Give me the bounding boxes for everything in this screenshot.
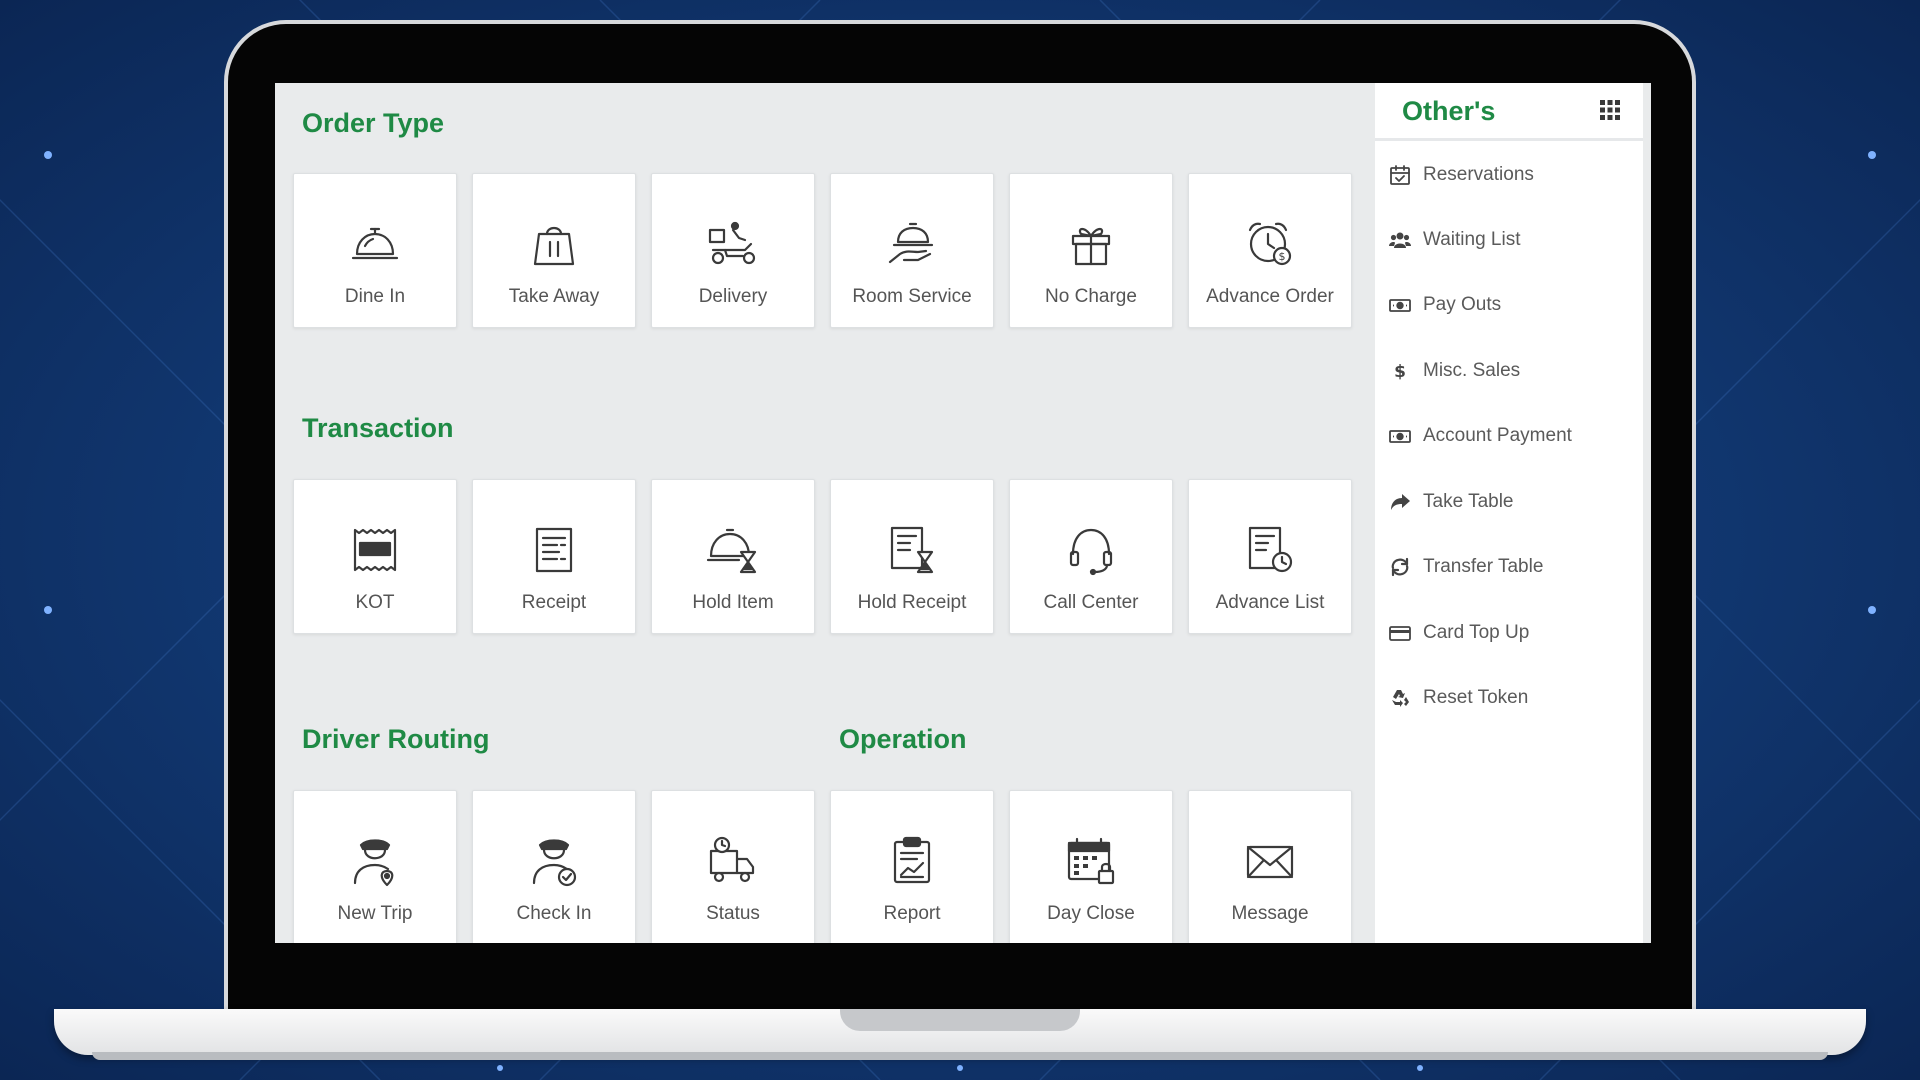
tile-label: Hold Receipt	[857, 592, 967, 613]
sidebar-item-account-payment[interactable]: Account Payment	[1389, 421, 1572, 451]
section-title-operation: Operation	[839, 724, 967, 754]
sidebar-item-transfer-table[interactable]: Transfer Table	[1389, 552, 1543, 582]
kot-tile[interactable]: KOT	[293, 479, 457, 634]
tile-label: KOT	[355, 592, 395, 613]
hold-item-tile[interactable]: Hold Item	[651, 479, 815, 634]
svg-text:$: $	[1279, 250, 1286, 263]
receipt-hourglass-icon	[890, 526, 934, 574]
dollar-icon: $	[1394, 362, 1406, 382]
ticket-icon	[353, 528, 397, 572]
take-away-tile[interactable]: Take Away	[472, 173, 636, 328]
laptop-notch	[840, 1009, 1080, 1031]
envelope-icon	[1246, 845, 1294, 879]
sidebar-item-misc-sales[interactable]: $ Misc. Sales	[1389, 356, 1520, 386]
shopping-bag-icon	[533, 226, 575, 266]
tile-label: Message	[1231, 903, 1309, 924]
check-in-tile[interactable]: Check In	[472, 790, 636, 943]
app-screen: Order Type Dine In Take Away Delivery Ro…	[275, 83, 1651, 943]
tile-label: Report	[883, 903, 941, 924]
sidebar-header: Other's	[1375, 83, 1643, 141]
gift-icon	[1071, 227, 1111, 266]
dine-in-tile[interactable]: Dine In	[293, 173, 457, 328]
sidebar-item-label: Waiting List	[1423, 229, 1521, 250]
refresh-icon	[1391, 557, 1409, 577]
section-title-transaction: Transaction	[302, 413, 454, 443]
section-title-order-type: Order Type	[302, 108, 445, 138]
tile-label: Advance List	[1215, 592, 1325, 613]
driver-pin-icon	[353, 839, 394, 887]
tile-label: Take Away	[508, 286, 600, 307]
money-icon	[1389, 299, 1411, 312]
laptop-base-edge	[92, 1052, 1828, 1060]
sidebar-item-label: Reset Token	[1423, 687, 1529, 708]
sidebar-item-pay-outs[interactable]: Pay Outs	[1389, 290, 1501, 320]
sidebar-item-take-table[interactable]: Take Table	[1389, 487, 1514, 517]
delivery-scooter-icon	[708, 221, 756, 265]
list-clock-icon	[1248, 526, 1293, 573]
alarm-clock-dollar-icon: $	[1248, 222, 1292, 266]
headset-icon	[1069, 528, 1113, 576]
others-sidebar: Other's Reservations Waiting List Pay Ou…	[1375, 83, 1643, 943]
truck-clock-icon	[709, 836, 755, 883]
credit-card-icon	[1389, 626, 1411, 641]
laptop-bezel: Order Type Dine In Take Away Delivery Ro…	[224, 20, 1696, 1020]
tile-label: Call Center	[1043, 592, 1139, 613]
sidebar-item-label: Pay Outs	[1423, 294, 1502, 315]
svg-text:$: $	[1394, 362, 1406, 382]
tile-label: Receipt	[521, 592, 587, 613]
delivery-tile[interactable]: Delivery	[651, 173, 815, 328]
new-trip-tile[interactable]: New Trip	[293, 790, 457, 943]
no-charge-tile[interactable]: No Charge	[1009, 173, 1173, 328]
sidebar-item-label: Reservations	[1423, 164, 1534, 185]
day-close-tile[interactable]: Day Close	[1009, 790, 1173, 943]
calendar-lock-icon	[1067, 837, 1115, 885]
section-title-driver-routing: Driver Routing	[302, 724, 490, 754]
advance-list-tile[interactable]: Advance List	[1188, 479, 1352, 634]
sidebar-item-label: Misc. Sales	[1423, 360, 1521, 381]
tile-label: New Trip	[337, 903, 413, 924]
sidebar-title: Other's	[1402, 96, 1496, 126]
sidebar-item-label: Account Payment	[1423, 425, 1572, 446]
money-icon	[1389, 430, 1411, 443]
receipt-icon	[535, 527, 573, 573]
sidebar-item-label: Transfer Table	[1423, 556, 1544, 577]
share-arrow-icon	[1391, 494, 1410, 510]
hold-receipt-tile[interactable]: Hold Receipt	[830, 479, 994, 634]
advance-order-tile[interactable]: $ Advance Order	[1188, 173, 1352, 328]
recycle-icon	[1392, 690, 1409, 707]
tile-label: Room Service	[852, 286, 972, 307]
main-panel: Order Type Dine In Take Away Delivery Ro…	[275, 83, 1375, 943]
cloche-icon	[351, 227, 399, 260]
driver-check-icon	[532, 839, 577, 887]
tile-label: Check In	[516, 903, 592, 924]
tile-label: Advance Order	[1206, 286, 1334, 307]
serving-hand-icon	[888, 222, 934, 264]
call-center-tile[interactable]: Call Center	[1009, 479, 1173, 634]
tile-label: Dine In	[344, 286, 406, 307]
tile-label: Day Close	[1047, 903, 1135, 924]
room-service-tile[interactable]: Room Service	[830, 173, 994, 328]
cloche-hourglass-icon	[706, 528, 757, 574]
message-tile[interactable]: Message	[1188, 790, 1352, 943]
tile-label: No Charge	[1045, 286, 1137, 307]
sidebar-item-label: Take Table	[1423, 491, 1514, 512]
sidebar-item-reservations[interactable]: Reservations	[1389, 160, 1534, 190]
tile-label: Delivery	[698, 286, 768, 307]
sidebar-item-reset-token[interactable]: Reset Token	[1389, 683, 1528, 713]
sidebar-item-label: Card Top Up	[1423, 622, 1530, 643]
receipt-tile[interactable]: Receipt	[472, 479, 636, 634]
clipboard-chart-icon	[893, 836, 931, 884]
calendar-check-icon	[1390, 165, 1410, 185]
sidebar-item-card-top-up[interactable]: Card Top Up	[1389, 618, 1529, 648]
tile-label: Status	[706, 903, 760, 924]
grid-icon[interactable]	[1599, 99, 1621, 121]
sidebar-item-waiting-list[interactable]: Waiting List	[1389, 225, 1521, 255]
tile-label: Hold Item	[692, 592, 774, 613]
report-tile[interactable]: Report	[830, 790, 994, 943]
users-icon	[1389, 232, 1411, 248]
status-tile[interactable]: Status	[651, 790, 815, 943]
